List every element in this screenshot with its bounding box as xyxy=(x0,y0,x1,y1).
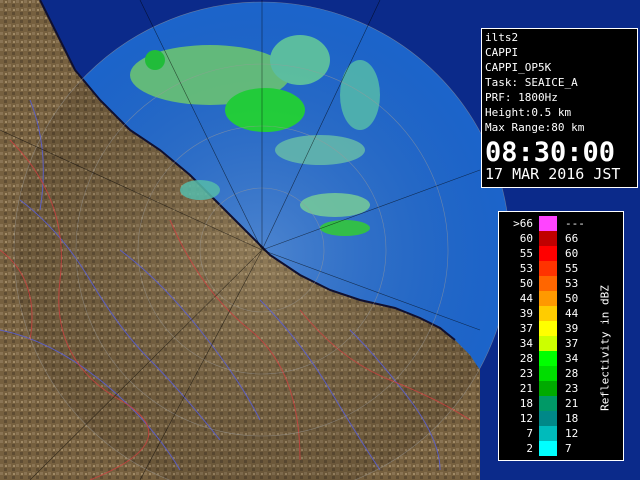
legend-unit-label: Reflectivity in dBZ xyxy=(593,248,617,448)
radar-site: ilts2 xyxy=(485,31,519,44)
legend-high-value: 60 xyxy=(565,247,579,260)
legend-color-swatch xyxy=(539,306,557,321)
legend-high-value: 37 xyxy=(565,337,579,350)
reflectivity-legend: >66 --- 60 66 55 60 53 55 50 53 44 50 39 44 37 39 34 37 28… xyxy=(498,211,624,461)
legend-color-swatch xyxy=(539,411,557,426)
legend-high-value: 7 xyxy=(565,442,572,455)
legend-low-value: 50 xyxy=(519,277,533,290)
height-value: Height:0.5 km xyxy=(485,106,572,119)
legend-high-value: 21 xyxy=(565,397,579,410)
legend-color-swatch xyxy=(539,366,557,381)
legend-color-swatch xyxy=(539,396,557,411)
legend-row: >66 --- xyxy=(499,216,623,231)
legend-high-value: 12 xyxy=(565,427,579,440)
task-name: Task: SEAICE_A xyxy=(485,76,578,89)
legend-color-swatch xyxy=(539,441,557,456)
product-type: CAPPI xyxy=(485,46,519,59)
legend-low-value: 2 xyxy=(526,442,533,455)
legend-row: 60 66 xyxy=(499,231,623,246)
info-panel: ilts2 CAPPI CAPPI_OP5K Task: SEAICE_A PR… xyxy=(481,28,638,188)
legend-high-value: 55 xyxy=(565,262,579,275)
legend-low-value: 53 xyxy=(519,262,533,275)
legend-high-value: 66 xyxy=(565,232,579,245)
legend-color-swatch xyxy=(539,231,557,246)
legend-high-value: 28 xyxy=(565,367,579,380)
legend-high-value: 18 xyxy=(565,412,579,425)
legend-low-value: 28 xyxy=(519,352,533,365)
legend-low-value: 44 xyxy=(519,292,533,305)
legend-low-value: 37 xyxy=(519,322,533,335)
legend-color-swatch xyxy=(539,261,557,276)
legend-high-value: 23 xyxy=(565,382,579,395)
legend-color-swatch xyxy=(539,216,557,231)
legend-low-value: 23 xyxy=(519,367,533,380)
legend-high-value: 44 xyxy=(565,307,579,320)
legend-low-value: 18 xyxy=(519,397,533,410)
legend-color-swatch xyxy=(539,276,557,291)
legend-high-value: --- xyxy=(565,217,585,230)
legend-unit-text: Reflectivity in dBZ xyxy=(598,285,612,411)
observation-time: 08:30:00 xyxy=(485,137,616,168)
legend-color-swatch xyxy=(539,321,557,336)
legend-high-value: 50 xyxy=(565,292,579,305)
legend-high-value: 53 xyxy=(565,277,579,290)
legend-low-value: 12 xyxy=(519,412,533,425)
legend-low-value: 60 xyxy=(519,232,533,245)
legend-low-value: 55 xyxy=(519,247,533,260)
legend-color-swatch xyxy=(539,291,557,306)
legend-high-value: 39 xyxy=(565,322,579,335)
legend-low-value: 39 xyxy=(519,307,533,320)
legend-low-value: 21 xyxy=(519,382,533,395)
legend-low-value: >66 xyxy=(513,217,533,230)
legend-high-value: 34 xyxy=(565,352,579,365)
legend-low-value: 34 xyxy=(519,337,533,350)
legend-color-swatch xyxy=(539,381,557,396)
legend-color-swatch xyxy=(539,351,557,366)
max-range: Max Range:80 km xyxy=(485,121,585,134)
observation-date: 17 MAR 2016 JST xyxy=(485,165,621,183)
product-name: CAPPI_OP5K xyxy=(485,61,552,74)
prf-value: PRF: 1800Hz xyxy=(485,91,558,104)
legend-color-swatch xyxy=(539,426,557,441)
legend-color-swatch xyxy=(539,336,557,351)
legend-low-value: 7 xyxy=(526,427,533,440)
legend-color-swatch xyxy=(539,246,557,261)
